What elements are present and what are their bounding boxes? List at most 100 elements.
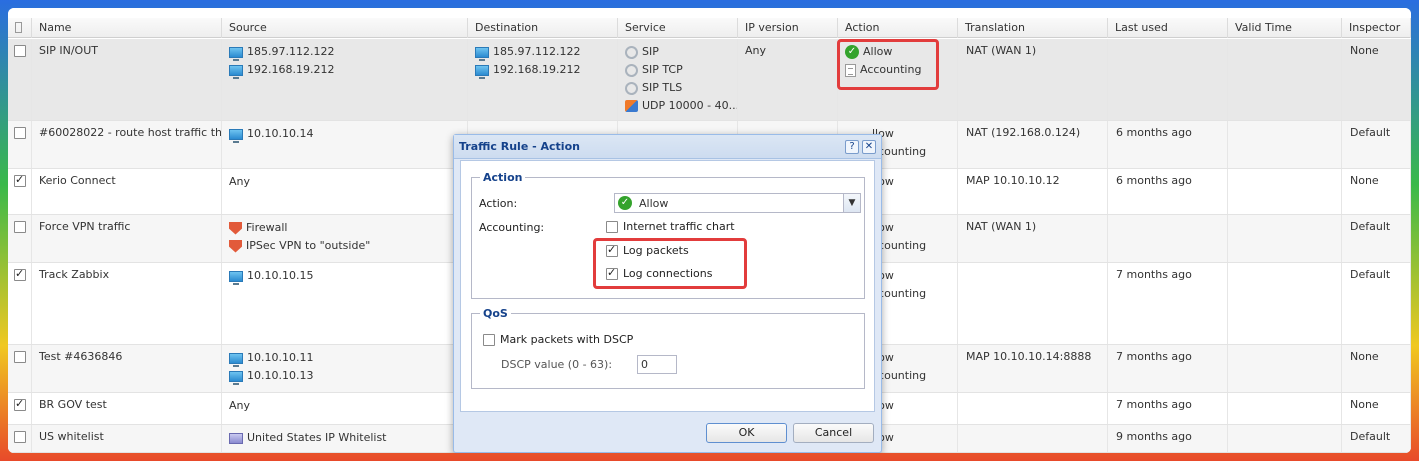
rule-name-cell[interactable]: US whitelist xyxy=(32,425,222,452)
rule-name-cell[interactable]: Kerio Connect xyxy=(32,169,222,214)
ok-button[interactable]: OK xyxy=(706,423,787,443)
inspector-cell[interactable]: None xyxy=(1342,393,1411,424)
service-item: SIP xyxy=(625,43,737,61)
last-used-cell[interactable]: 6 months ago xyxy=(1108,121,1228,168)
close-icon[interactable]: ✕ xyxy=(862,140,876,154)
action-item: llow xyxy=(872,349,957,367)
action-item: ccounting xyxy=(872,367,957,385)
service-item-text: SIP TLS xyxy=(642,81,683,94)
rule-name-cell[interactable]: BR GOV test xyxy=(32,393,222,424)
inspector-cell[interactable]: None xyxy=(1342,345,1411,392)
last-used-cell[interactable] xyxy=(1108,39,1228,120)
action-item: llow xyxy=(872,397,957,415)
inspector-cell[interactable]: Default xyxy=(1342,425,1411,452)
destination-cell[interactable]: 185.97.112.122 192.168.19.212 xyxy=(468,39,618,120)
row-enable-checkbox[interactable] xyxy=(14,397,26,411)
last-used-cell[interactable]: 7 months ago xyxy=(1108,393,1228,424)
row-enable-checkbox[interactable] xyxy=(14,221,26,233)
valid-time-cell[interactable] xyxy=(1228,215,1342,262)
ip-version-cell[interactable]: Any xyxy=(738,39,838,120)
source-cell[interactable]: Any xyxy=(222,393,468,424)
dscp-mark-checkbox[interactable]: Mark packets with DSCP xyxy=(483,333,633,346)
source-item-text: Any xyxy=(229,399,251,412)
action-item: llow xyxy=(872,267,957,285)
row-enable-checkbox[interactable] xyxy=(14,431,26,443)
valid-time-cell[interactable] xyxy=(1228,121,1342,168)
source-cell[interactable]: 10.10.10.15 xyxy=(222,263,468,344)
valid-time-cell[interactable] xyxy=(1228,39,1342,120)
col-action[interactable]: Action xyxy=(838,18,958,38)
last-used-cell[interactable]: 7 months ago xyxy=(1108,345,1228,392)
inspector-cell[interactable]: Default xyxy=(1342,121,1411,168)
col-name[interactable]: Name xyxy=(32,18,222,38)
source-cell[interactable]: 10.10.10.11 10.10.10.13 xyxy=(222,345,468,392)
last-used-cell[interactable] xyxy=(1108,215,1228,262)
last-used-cell[interactable]: 7 months ago xyxy=(1108,263,1228,344)
row-enable-checkbox[interactable] xyxy=(14,173,26,187)
drag-handle-header[interactable] xyxy=(8,18,32,38)
row-enable-checkbox[interactable] xyxy=(14,127,26,139)
col-translation[interactable]: Translation xyxy=(958,18,1108,38)
help-icon[interactable]: ? xyxy=(845,140,859,154)
translation-cell[interactable]: NAT (WAN 1) xyxy=(958,39,1108,120)
host-icon xyxy=(229,270,243,285)
row-enable-checkbox[interactable] xyxy=(14,267,26,281)
source-cell[interactable]: Any xyxy=(222,169,468,214)
valid-time-cell[interactable] xyxy=(1228,345,1342,392)
source-cell[interactable]: Firewall IPSec VPN to "outside" xyxy=(222,215,468,262)
inspector-cell[interactable]: None xyxy=(1342,39,1411,120)
translation-cell[interactable] xyxy=(958,393,1108,424)
col-service[interactable]: Service xyxy=(618,18,738,38)
dscp-value-input[interactable]: 0 xyxy=(637,355,677,374)
rule-name-cell[interactable]: Test #4636846 xyxy=(32,345,222,392)
last-used-cell[interactable]: 6 months ago xyxy=(1108,169,1228,214)
valid-time-cell[interactable] xyxy=(1228,169,1342,214)
translation-cell[interactable] xyxy=(958,263,1108,344)
rule-name-cell[interactable]: SIP IN/OUT xyxy=(32,39,222,120)
translation-cell[interactable] xyxy=(958,425,1108,452)
source-cell[interactable]: 10.10.10.14 xyxy=(222,121,468,168)
valid-time-cell[interactable] xyxy=(1228,393,1342,424)
ip-version: Any xyxy=(745,44,767,57)
row-enable-checkbox[interactable] xyxy=(14,351,26,363)
rules-panel: Name Source Destination Service IP versi… xyxy=(8,8,1411,453)
inspector: None xyxy=(1350,398,1379,411)
rule-name-cell[interactable]: Force VPN traffic xyxy=(32,215,222,262)
source-item: Any xyxy=(229,173,467,191)
destination-item-text: 192.168.19.212 xyxy=(493,63,581,76)
translation-cell[interactable]: MAP 10.10.10.14:8888 xyxy=(958,345,1108,392)
qos-legend: QoS xyxy=(483,307,508,320)
action-select[interactable]: ✓ Allow ▼ xyxy=(614,193,861,213)
internet-chart-check-icon[interactable] xyxy=(606,220,618,233)
valid-time-cell[interactable] xyxy=(1228,425,1342,452)
col-source[interactable]: Source xyxy=(222,18,468,38)
inspector-cell[interactable]: Default xyxy=(1342,215,1411,262)
chevron-down-icon[interactable]: ▼ xyxy=(843,194,860,212)
rule-name-cell[interactable]: Track Zabbix xyxy=(32,263,222,344)
last-used-cell[interactable]: 9 months ago xyxy=(1108,425,1228,452)
rule-name: #60028022 - route host traffic thro... xyxy=(39,126,222,139)
translation-cell[interactable]: NAT (WAN 1) xyxy=(958,215,1108,262)
inspector-cell[interactable]: None xyxy=(1342,169,1411,214)
service-cell[interactable]: SIP SIP TCP SIP TLS UDP 10000 - 40... xyxy=(618,39,738,120)
translation-cell[interactable]: MAP 10.10.10.12 xyxy=(958,169,1108,214)
row-checkbox-cell xyxy=(8,425,32,452)
col-inspector[interactable]: Inspector xyxy=(1342,18,1411,38)
source-item-text: 10.10.10.15 xyxy=(247,269,314,282)
col-destination[interactable]: Destination xyxy=(468,18,618,38)
cancel-button[interactable]: Cancel xyxy=(793,423,874,443)
dscp-mark-check-icon[interactable] xyxy=(483,333,495,346)
rule-name-cell[interactable]: #60028022 - route host traffic thro... xyxy=(32,121,222,168)
col-valid-time[interactable]: Valid Time xyxy=(1228,18,1342,38)
inspector-cell[interactable]: Default xyxy=(1342,263,1411,344)
translation-cell[interactable]: NAT (192.168.0.124) xyxy=(958,121,1108,168)
table-row[interactable]: SIP IN/OUT 185.97.112.122 192.168.19.212 18… xyxy=(8,39,1411,121)
row-enable-checkbox[interactable] xyxy=(14,45,26,57)
action-item: llow xyxy=(872,429,957,447)
source-cell[interactable]: 185.97.112.122 192.168.19.212 xyxy=(222,39,468,120)
col-last-used[interactable]: Last used xyxy=(1108,18,1228,38)
valid-time-cell[interactable] xyxy=(1228,263,1342,344)
source-cell[interactable]: United States IP Whitelist xyxy=(222,425,468,452)
internet-chart-checkbox[interactable]: Internet traffic chart xyxy=(606,220,735,233)
col-ip-version[interactable]: IP version xyxy=(738,18,838,38)
